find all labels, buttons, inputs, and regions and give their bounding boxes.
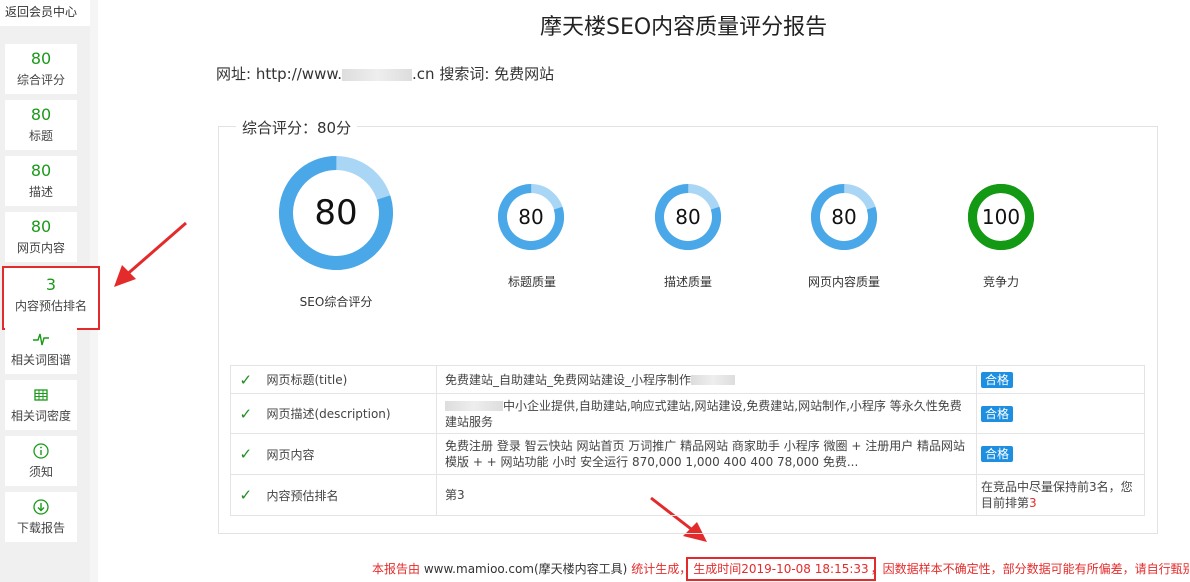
keyword-label: 搜索词: [439, 65, 490, 83]
check-value: 中小企业提供,自助建站,响应式建站,网站建设,免费建站,网站制作,小程序 等永久… [436, 393, 977, 434]
title-score-value: 80 [30, 105, 52, 124]
pass-badge: 合格 [981, 405, 1014, 422]
pass-badge: 合格 [981, 446, 1014, 462]
seo-overall-gauge-value: 80 [314, 193, 358, 233]
rank-number: 3 [1029, 496, 1037, 510]
report-title: 摩天楼SEO内容质量评分报告 [540, 15, 828, 40]
seo-overall-gauge: 80 [279, 156, 393, 270]
table-row: ✓ 网页内容 免费注册 登录 智云快站 网站首页 万词推广 精品网站 商家助手 … [230, 433, 1145, 475]
sidebar-item-label: 相关词密度 [10, 409, 71, 423]
sidebar-item-overall-score[interactable]: 80 综合评分 [5, 44, 77, 94]
competitiveness-label: 竞争力 [982, 275, 1019, 289]
sub-gauge-2-value: 80 [831, 205, 857, 229]
sidebar-item-page-content[interactable]: 80 网页内容 [5, 212, 77, 262]
sidebar-item-label: 标题 [28, 129, 53, 143]
rank-note: 在竞品中尽量保持前3名，您目前排第3 [976, 474, 1145, 516]
check-name: 网页内容 [260, 433, 437, 475]
check-value: 免费注册 登录 智云快站 网站首页 万词推广 精品网站 商家助手 小程序 微圈 … [436, 433, 977, 475]
redacted-domain [342, 68, 412, 81]
overall-score-legend: 综合评分：80分 [236, 117, 358, 138]
sidebar-item-label: 综合评分 [16, 73, 65, 87]
grid-icon [34, 389, 48, 401]
sidebar-item-notice[interactable]: 须知 [5, 436, 77, 486]
check-name: 网页标题(title) [260, 365, 437, 394]
sidebar-item-related-density[interactable]: 相关词密度 [5, 380, 77, 430]
annotation-arrow-sidebar [114, 221, 187, 287]
sidebar-item-related-graph[interactable]: 相关词图谱 [5, 324, 77, 374]
check-value: 免费建站_自助建站_免费网站建设_小程序制作 [436, 365, 977, 394]
content-quality-gauge: 80 [811, 184, 877, 250]
download-icon [33, 499, 49, 515]
content-score-value: 80 [30, 217, 52, 236]
title-quality-label: 标题质量 [507, 275, 556, 289]
competitiveness-gauge: 100 [968, 184, 1034, 250]
pass-badge: 合格 [981, 371, 1014, 388]
sidebar-item-label: 相关词图谱 [10, 353, 71, 367]
description-score-value: 80 [30, 161, 52, 180]
estimated-rank-value: 3 [45, 275, 57, 294]
sub-gauge-0-value: 80 [518, 205, 544, 229]
sub-gauge-3-value: 100 [981, 205, 1021, 229]
content-quality-label: 网页内容质量 [807, 275, 880, 289]
url-line: 网址: http://www. .cn 搜索词: 免费网站 [216, 63, 554, 84]
url-label: 网址: [216, 65, 252, 83]
table-row: ✓ 网页描述(description) 中小企业提供,自助建站,响应式建站,网站… [230, 393, 1145, 434]
sidebar-item-label: 须知 [28, 465, 53, 479]
check-icon: ✓ [239, 445, 253, 463]
back-to-member-center-link[interactable]: 返回会员中心 [0, 0, 90, 26]
pulse-icon [33, 333, 49, 346]
checks-table: ✓ 网页标题(title) 免费建站_自助建站_免费网站建设_小程序制作 合格 … [230, 365, 1145, 516]
redacted-text [691, 375, 736, 385]
description-quality-label: 描述质量 [663, 275, 712, 289]
report-page: 返回会员中心 80 综合评分 80 标题 80 描述 80 网页内容 3 内容预… [0, 0, 1190, 582]
generated-time: 生成时间2019-10-08 18:15:33 [686, 557, 876, 581]
check-icon: ✓ [239, 370, 253, 389]
table-row: ✓ 内容预估排名 第3 在竞品中尽量保持前3名，您目前排第3 [230, 474, 1145, 516]
description-quality-gauge: 80 [655, 184, 721, 250]
sidebar-item-label: 描述 [28, 185, 53, 199]
seo-overall-gauge-label: SEO综合评分 [299, 295, 373, 309]
check-icon: ✓ [239, 404, 253, 423]
redacted-text [445, 401, 503, 411]
site-link[interactable]: www.mamioo.com(摩天楼内容工具) [424, 562, 628, 576]
sidebar-item-title[interactable]: 80 标题 [5, 100, 77, 150]
check-icon: ✓ [239, 486, 253, 504]
check-name: 内容预估排名 [260, 474, 437, 516]
url-suffix: .cn [412, 65, 435, 83]
overall-score-value: 80 [30, 49, 52, 68]
sidebar-item-download-report[interactable]: 下载报告 [5, 492, 77, 542]
check-name: 网页描述(description) [260, 393, 437, 434]
report-footer: 本报告由 www.mamioo.com(摩天楼内容工具) 统计生成， 生成时间20… [372, 557, 1190, 581]
sidebar-item-label: 内容预估排名 [14, 299, 87, 313]
url-prefix: http://www. [255, 65, 342, 83]
title-quality-gauge: 80 [498, 184, 564, 250]
keyword-value: 免费网站 [494, 65, 555, 83]
check-value: 第3 [436, 474, 977, 516]
sidebar-item-label: 下载报告 [16, 521, 65, 535]
sub-gauge-1-value: 80 [675, 205, 701, 229]
sidebar-item-label: 网页内容 [16, 241, 65, 255]
table-row: ✓ 网页标题(title) 免费建站_自助建站_免费网站建设_小程序制作 合格 [230, 365, 1145, 394]
sidebar-item-description[interactable]: 80 描述 [5, 156, 77, 206]
info-icon [33, 443, 49, 459]
sidebar-item-estimated-rank[interactable]: 3 内容预估排名 [2, 266, 100, 330]
